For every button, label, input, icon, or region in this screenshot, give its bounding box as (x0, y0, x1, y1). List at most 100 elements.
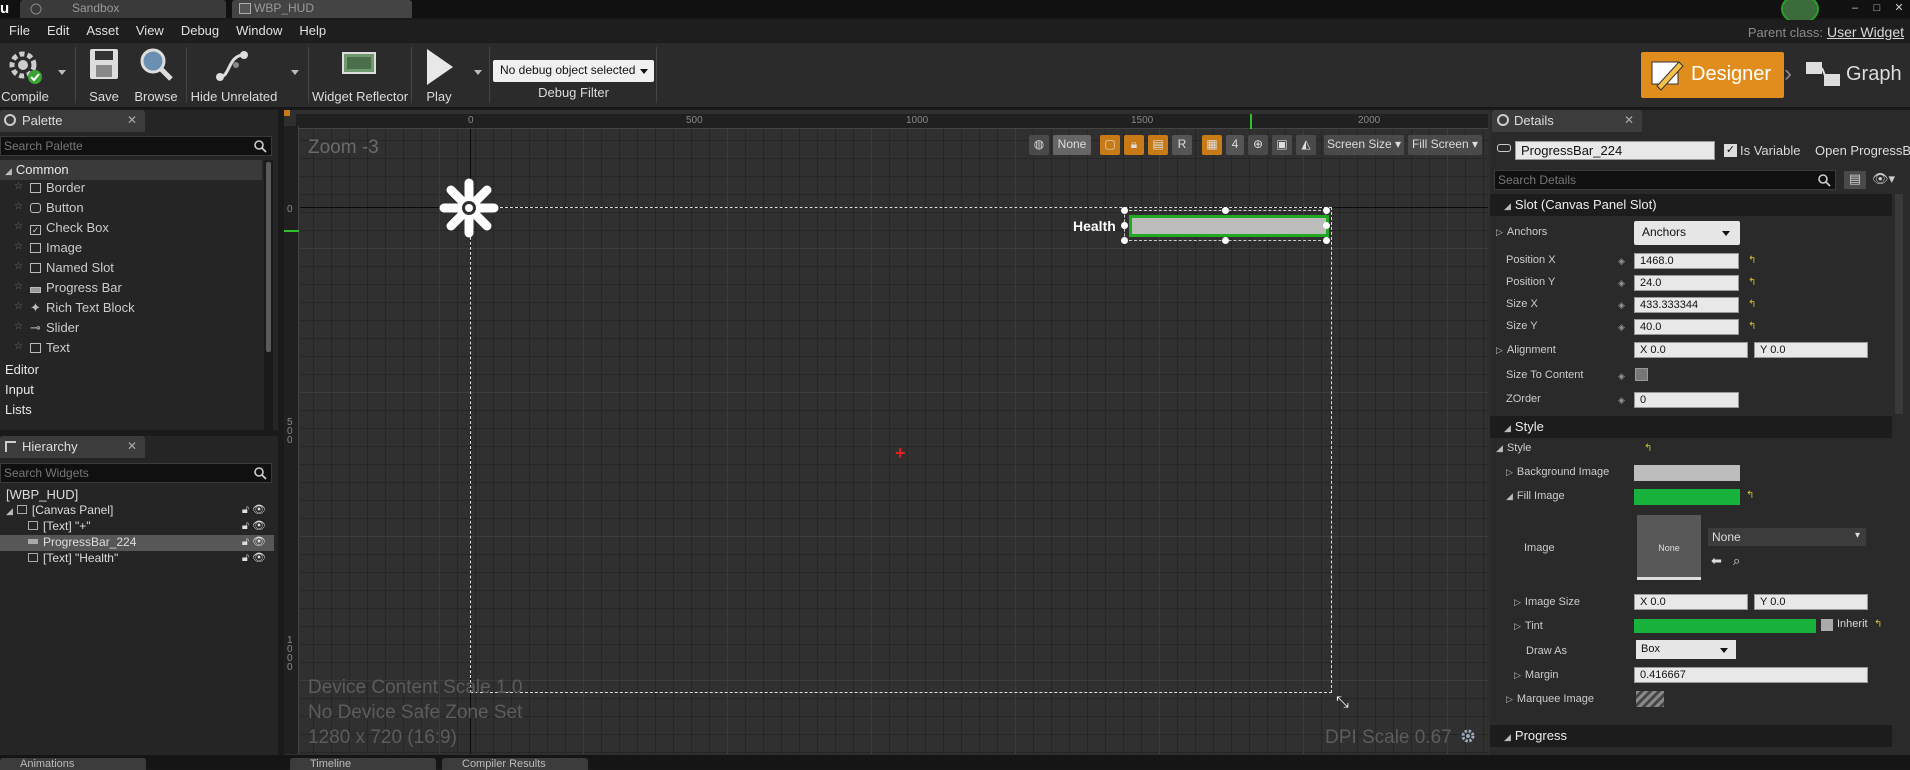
palette-item-named-slot[interactable]: ☆ Named Slot (0, 260, 262, 280)
is-variable-checkbox[interactable]: ✓ (1724, 144, 1737, 157)
close-window-icon[interactable]: ✕ (1888, 3, 1910, 15)
favorite-star-icon[interactable]: ☆ (14, 321, 23, 332)
palette-item-check-box[interactable]: ☆ ✓ Check Box (0, 220, 262, 240)
crosshair-text-widget[interactable] (436, 175, 502, 241)
lock-visibility-icons[interactable]: 🔓︎ 👁︎ (242, 551, 266, 565)
menu-view[interactable]: View (127, 20, 172, 38)
details-tab[interactable]: Details ✕ (1492, 110, 1642, 132)
health-progress-bar[interactable] (1129, 215, 1329, 237)
browse-search-icon[interactable]: ⌕ (1733, 553, 1740, 569)
bind-diamond-icon[interactable]: ◈ (1618, 300, 1625, 311)
property-matrix-icon[interactable]: ▤ (1844, 171, 1866, 189)
none-button[interactable]: None (1053, 135, 1091, 155)
close-icon[interactable]: ✕ (1624, 113, 1634, 127)
tree-canvas-panel[interactable]: ◢ [Canvas Panel] 🔓︎ 👁︎ (0, 503, 274, 519)
use-selected-arrow-icon[interactable]: ⬅ (1711, 553, 1722, 569)
image-thumbnail[interactable]: None (1637, 515, 1701, 580)
lock-visibility-icons[interactable]: 🔓︎ 👁︎ (242, 519, 266, 533)
background-image-color[interactable] (1634, 465, 1740, 481)
reset-arrow-icon[interactable]: ↰ (1748, 299, 1756, 310)
reset-arrow-icon[interactable]: ↰ (1748, 277, 1756, 288)
respect-locks-icon[interactable]: ⊕ (1248, 135, 1268, 155)
tab-wbp-hud[interactable]: WBP_HUD (232, 0, 412, 18)
position-y-input[interactable]: 24.0 (1634, 275, 1739, 291)
style-section-header[interactable]: ◢ Style (1490, 416, 1892, 438)
resize-handle[interactable] (1323, 222, 1330, 229)
category-input[interactable]: Input (0, 380, 262, 400)
palette-item-progress-bar[interactable]: ☆ Progress Bar (0, 280, 262, 300)
browse-button[interactable]: Browse (132, 43, 180, 107)
menu-window[interactable]: Window (227, 20, 290, 38)
minimize-icon[interactable]: – (1844, 3, 1866, 15)
fill-image-color[interactable] (1634, 489, 1740, 505)
tint-color[interactable] (1634, 619, 1816, 633)
resize-grip-icon[interactable]: ⤡ (1336, 694, 1349, 712)
zorder-input[interactable]: 0 (1634, 392, 1739, 408)
resize-handle[interactable] (1222, 207, 1229, 214)
palette-item-image[interactable]: ☆ Image (0, 240, 262, 260)
compile-button[interactable]: Compile (0, 43, 50, 107)
favorite-star-icon[interactable]: ☆ (14, 281, 23, 292)
reset-arrow-icon[interactable]: ↰ (1746, 490, 1754, 501)
category-lists[interactable]: Lists (0, 400, 262, 420)
category-common[interactable]: ◢ Common (0, 160, 262, 180)
tab-timeline[interactable]: Timeline (290, 758, 436, 770)
image-asset-dropdown[interactable]: None ▾ (1708, 528, 1866, 546)
resize-handle[interactable] (1323, 207, 1330, 214)
position-x-input[interactable]: 1468.0 (1634, 253, 1739, 269)
health-text-widget[interactable]: Health (1073, 218, 1116, 234)
palette-tab[interactable]: Palette ✕ (0, 110, 145, 132)
save-button[interactable]: Save (82, 43, 126, 107)
layout-icon[interactable]: ▤ (1148, 135, 1168, 155)
tree-item-text-health[interactable]: [Text] "Health" 🔓︎ 👁︎ (0, 551, 274, 567)
mirror-icon[interactable]: ◭ (1296, 135, 1316, 155)
search-palette-input[interactable]: Search Palette (0, 136, 272, 156)
resize-handle[interactable] (1222, 237, 1229, 244)
palette-item-text[interactable]: ☆ Text (0, 340, 262, 360)
draw-as-dropdown[interactable]: Box (1636, 640, 1736, 659)
progress-section-header[interactable]: ◢ Progress (1490, 725, 1892, 747)
margin-input[interactable]: 0.416667 (1634, 667, 1868, 683)
reset-arrow-icon[interactable]: ↰ (1644, 443, 1652, 454)
reset-arrow-icon[interactable]: ↰ (1748, 255, 1756, 266)
marquee-image-swatch[interactable] (1636, 691, 1664, 707)
r-button[interactable]: R (1172, 135, 1192, 155)
menu-debug[interactable]: Debug (172, 20, 227, 38)
parent-class-link[interactable]: User Widget (1827, 24, 1904, 40)
graph-mode-button[interactable]: Graph (1800, 52, 1910, 98)
hide-unrelated-button[interactable]: Hide Unrelated (190, 43, 278, 107)
search-widgets-input[interactable]: Search Widgets (0, 463, 272, 483)
palette-item-button[interactable]: ☆ Button (0, 200, 262, 220)
favorite-star-icon[interactable]: ☆ (14, 341, 23, 352)
close-icon[interactable]: ✕ (127, 439, 137, 453)
snap-icon[interactable]: ▢ (1100, 135, 1120, 155)
bind-diamond-icon[interactable]: ◈ (1618, 256, 1625, 267)
inherit-checkbox[interactable] (1821, 619, 1833, 631)
tab-compiler-results[interactable]: Compiler Results (442, 758, 588, 770)
widget-reflector-button[interactable]: Widget Reflector (312, 43, 408, 107)
alignment-y-input[interactable]: Y 0.0 (1754, 342, 1868, 358)
widget-name-input[interactable]: ProgressBar_224 (1515, 141, 1715, 160)
resize-handle[interactable] (1121, 222, 1128, 229)
bind-diamond-icon[interactable]: ◈ (1618, 371, 1625, 382)
favorite-star-icon[interactable]: ☆ (14, 221, 23, 232)
close-icon[interactable]: ✕ (127, 113, 137, 127)
hierarchy-tab[interactable]: Hierarchy ✕ (0, 436, 145, 458)
compile-options-icon[interactable] (58, 70, 66, 75)
scrollbar-thumb[interactable] (266, 162, 271, 352)
play-button[interactable]: Play (414, 43, 464, 107)
palette-item-border[interactable]: ☆ Border (0, 180, 262, 200)
size-x-input[interactable]: 433.333344 (1634, 297, 1739, 313)
fill-screen-dropdown[interactable]: Fill Screen ▾ (1408, 135, 1482, 155)
resize-handle[interactable] (1323, 237, 1330, 244)
alignment-x-input[interactable]: X 0.0 (1634, 342, 1748, 358)
palette-scrollbar[interactable] (264, 160, 273, 430)
tab-animations[interactable]: Animations (0, 758, 146, 770)
image-size-y-input[interactable]: Y 0.0 (1754, 594, 1868, 610)
lock-visibility-icons[interactable]: 🔓︎ 👁︎ (242, 535, 266, 549)
open-progressbar-link[interactable]: Open ProgressB (1815, 143, 1910, 158)
play-options-icon[interactable] (474, 70, 482, 75)
screen-size-dropdown[interactable]: Screen Size ▾ (1324, 135, 1404, 155)
favorite-star-icon[interactable]: ☆ (14, 201, 23, 212)
palette-item-rich-text-block[interactable]: ☆ ✦ Rich Text Block (0, 300, 262, 320)
